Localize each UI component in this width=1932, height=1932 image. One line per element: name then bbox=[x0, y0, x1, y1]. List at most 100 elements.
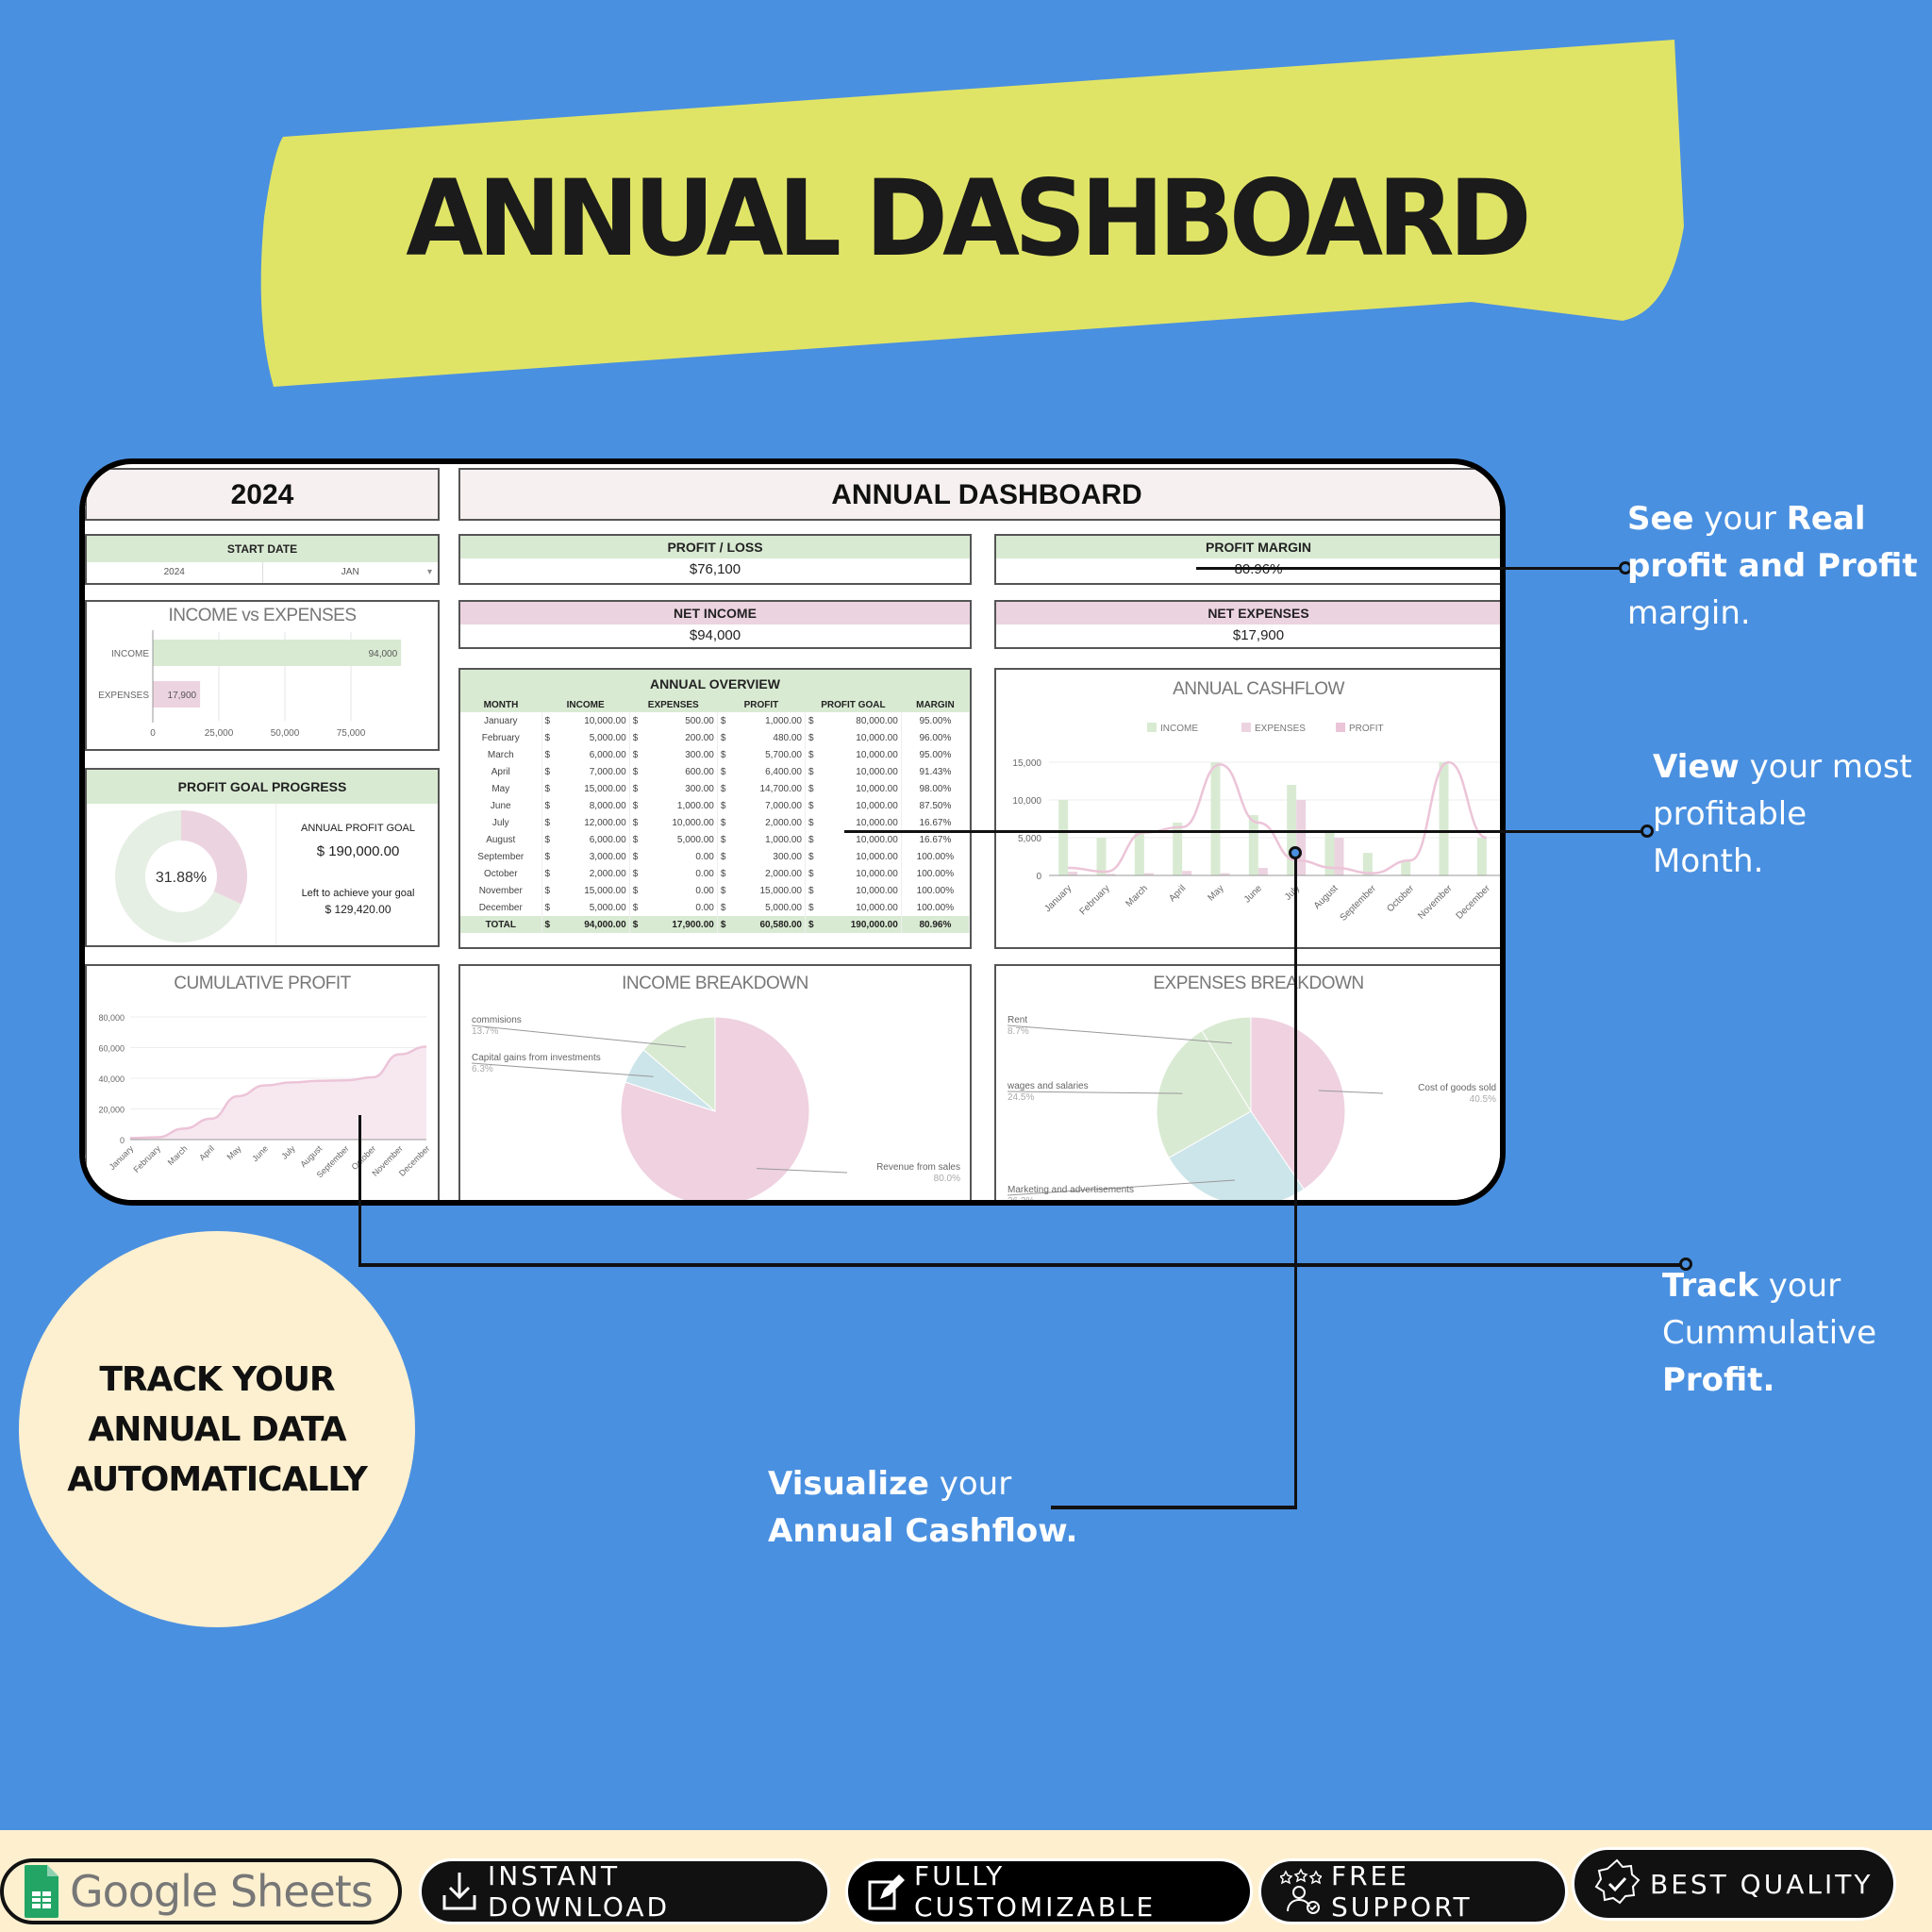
total-row: TOTAL $94,000.00 $17,900.00 $60,580.00 $190,… bbox=[460, 916, 971, 933]
kpi-value: $76,100 bbox=[689, 561, 741, 577]
currency-cell: $ bbox=[544, 851, 551, 862]
expenses-breakdown-chart: EXPENSES BREAKDOWN Cost of goods sold 40.… bbox=[994, 964, 1500, 1200]
table-cell: 10,000.00 bbox=[818, 780, 902, 797]
download-icon bbox=[442, 1873, 476, 1910]
profit-goal-title: PROFIT GOAL PROGRESS bbox=[87, 770, 438, 804]
table-cell: 10,000.00 bbox=[642, 814, 718, 831]
currency-cell: $ bbox=[720, 902, 726, 913]
bar bbox=[1134, 830, 1144, 875]
table-cell: 3,000.00 bbox=[555, 848, 630, 865]
table-row: August $6,000.00 $5,000.00 $1,000.00 $10,000… bbox=[460, 831, 971, 848]
slice-label: Revenue from sales bbox=[876, 1162, 960, 1173]
category-label: February bbox=[131, 1143, 162, 1174]
data-label: 17,900 bbox=[168, 691, 197, 701]
category-label: September bbox=[1339, 883, 1379, 924]
currency-cell: $ bbox=[632, 834, 639, 845]
column-header: EXPENSES bbox=[629, 698, 718, 712]
profit-goal-panel: PROFIT GOAL PROGRESS 31.88% ANNUAL PROFI… bbox=[85, 768, 440, 947]
tick-label: 0 bbox=[150, 728, 156, 739]
slice-label: Capital gains from investments bbox=[472, 1053, 601, 1063]
currency-cell: $ bbox=[544, 800, 551, 811]
table-cell: 10,000.00 bbox=[818, 763, 902, 780]
income-vs-expenses-plot: 0 25,000 50,000 75,000 INCOME 94,000 EXPENSES 1… bbox=[98, 630, 402, 739]
category-label: March bbox=[166, 1143, 190, 1167]
table-cell: 14,700.00 bbox=[730, 780, 807, 797]
currency-cell: $ bbox=[632, 766, 639, 777]
table-cell: 17,900.00 bbox=[642, 916, 718, 933]
start-month-select[interactable]: JAN ▾ bbox=[263, 562, 439, 583]
table-row: March $6,000.00 $300.00 $5,700.00 $10,000.00… bbox=[460, 746, 971, 763]
donut-center-label: 31.88% bbox=[156, 870, 207, 886]
free-support-badge[interactable]: FREE SUPPORT bbox=[1258, 1858, 1568, 1924]
bar bbox=[1476, 838, 1487, 875]
goal-value: $ 190,000.00 bbox=[316, 843, 400, 859]
best-quality-badge[interactable]: BEST QUALITY bbox=[1572, 1847, 1896, 1921]
expenses-breakdown-pie: Cost of goods sold40.5% Marketing and adv… bbox=[1007, 1015, 1496, 1200]
category-label: June bbox=[250, 1143, 270, 1163]
start-date-label: START DATE bbox=[87, 536, 438, 562]
currency-cell: $ bbox=[808, 732, 814, 743]
currency-cell: $ bbox=[632, 902, 639, 913]
chart-title: ANNUAL CASHFLOW bbox=[1173, 679, 1344, 699]
instant-download-badge[interactable]: INSTANT DOWNLOAD bbox=[419, 1858, 830, 1924]
badge-label: BEST QUALITY bbox=[1650, 1868, 1874, 1900]
table-cell: 190,000.00 bbox=[818, 916, 902, 933]
income-breakdown-pie: Revenue from sales80.0% Capital gains fro… bbox=[471, 1015, 960, 1200]
table-cell: February bbox=[460, 729, 542, 746]
income-vs-expenses-chart: INCOME vs EXPENSES 0 25,000 50,000 75,000 IN… bbox=[85, 600, 440, 751]
table-row: September $3,000.00 $0.00 $300.00 $10,000.00… bbox=[460, 848, 971, 865]
category-label: December bbox=[1455, 883, 1493, 922]
currency-cell: $ bbox=[808, 885, 814, 896]
kpi-net-income: NET INCOME $94,000 bbox=[458, 600, 972, 649]
table-row: May $15,000.00 $300.00 $14,700.00 $10,000.00… bbox=[460, 780, 971, 797]
dropdown-arrow-icon[interactable]: ▾ bbox=[427, 562, 432, 583]
table-cell: 0.00 bbox=[642, 882, 718, 899]
bar bbox=[1068, 872, 1078, 875]
tick-label: 0 bbox=[1036, 872, 1041, 882]
table-cell: 100.00% bbox=[901, 899, 971, 916]
profit-line bbox=[1068, 760, 1488, 874]
currency-cell: $ bbox=[632, 817, 639, 828]
currency-cell: $ bbox=[720, 817, 726, 828]
category-label: February bbox=[1078, 883, 1112, 917]
start-date-panel: START DATE 2024 JAN ▾ bbox=[85, 534, 440, 585]
currency-cell: $ bbox=[544, 749, 551, 760]
fully-customizable-badge[interactable]: FULLY CUSTOMIZABLE bbox=[845, 1858, 1253, 1924]
slice-label: wages and salaries bbox=[1007, 1081, 1089, 1091]
table-cell: 94,000.00 bbox=[555, 916, 630, 933]
leader-line bbox=[471, 1024, 686, 1048]
legend-swatch bbox=[1241, 723, 1251, 732]
table-row: January $10,000.00 $500.00 $1,000.00 $80,000… bbox=[460, 712, 971, 729]
table-cell: August bbox=[460, 831, 542, 848]
currency-cell: $ bbox=[632, 749, 639, 760]
bar bbox=[1296, 800, 1307, 875]
table-cell: 10,000.00 bbox=[818, 797, 902, 814]
tick-label: 15,000 bbox=[1012, 758, 1041, 769]
table-cell: 98.00% bbox=[901, 780, 971, 797]
table-cell: 80.96% bbox=[901, 916, 971, 933]
currency-cell: $ bbox=[541, 916, 556, 933]
table-cell: 300.00 bbox=[730, 848, 807, 865]
kpi-value: 80.96% bbox=[996, 558, 1500, 581]
kpi-value: $17,900 bbox=[1232, 627, 1285, 643]
table-cell: October bbox=[460, 865, 542, 882]
kpi-profit-loss: PROFIT / LOSS $76,100 bbox=[458, 534, 972, 585]
leader-line bbox=[471, 1062, 654, 1077]
start-year-select[interactable]: 2024 bbox=[87, 562, 263, 583]
kpi-label: PROFIT MARGIN bbox=[996, 536, 1500, 558]
table-cell: 0.00 bbox=[642, 865, 718, 882]
currency-cell: $ bbox=[632, 885, 639, 896]
category-label: EXPENSES bbox=[98, 691, 149, 701]
slice-label: commisions bbox=[472, 1015, 522, 1025]
slice-label: Cost of goods sold bbox=[1418, 1083, 1496, 1093]
google-sheets-badge[interactable]: Google Sheets bbox=[0, 1858, 402, 1924]
table-cell: 10,000.00 bbox=[818, 729, 902, 746]
overview-grid: MONTH INCOME EXPENSES PROFIT PROFIT GOAL MARG… bbox=[460, 698, 971, 933]
category-label: July bbox=[279, 1143, 297, 1161]
table-cell: 10,000.00 bbox=[818, 746, 902, 763]
legend-swatch bbox=[1336, 723, 1345, 732]
connector-line bbox=[358, 1115, 361, 1266]
currency-cell: $ bbox=[720, 715, 726, 726]
category-label: August bbox=[298, 1143, 324, 1169]
currency-cell: $ bbox=[720, 851, 726, 862]
